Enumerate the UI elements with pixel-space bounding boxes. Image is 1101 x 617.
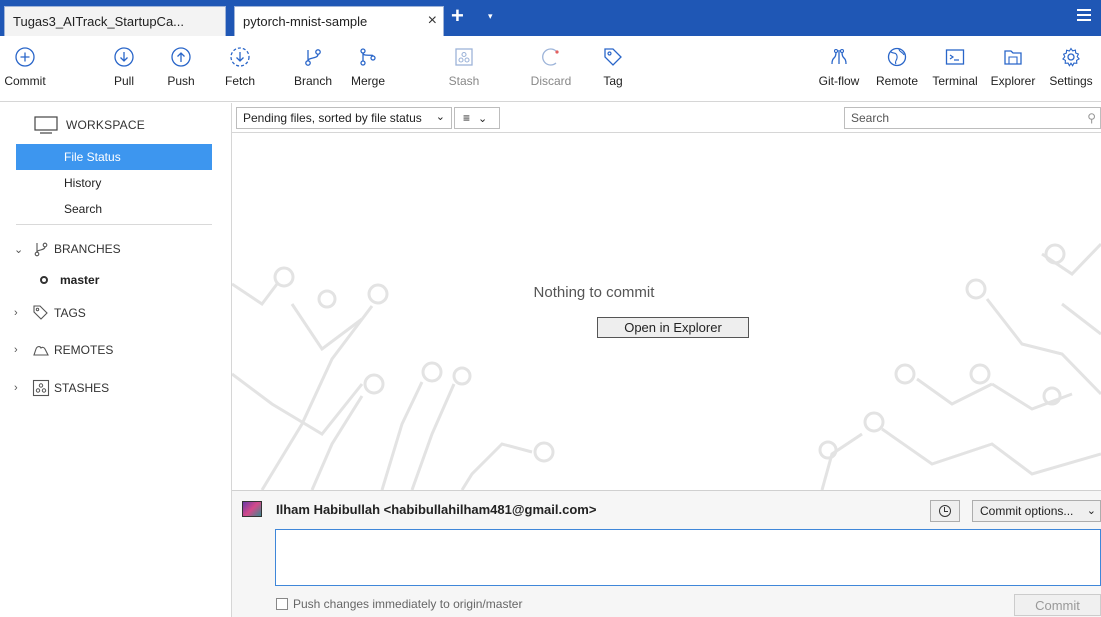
stashes-label: STASHES: [54, 381, 110, 395]
pending-files-panel: Nothing to commit Open in Explorer: [232, 134, 1101, 490]
tab-dropdown-icon[interactable]: ▾: [488, 11, 493, 22]
sidebar-divider: [16, 224, 212, 225]
gear-icon: [1060, 46, 1082, 68]
background-decoration: [232, 242, 1101, 490]
terminal-icon: [944, 46, 966, 68]
chevron-down-icon: ⌄: [14, 243, 24, 256]
chevron-down-icon: ⌄: [435, 111, 445, 123]
toolbar: Commit Pull Push Fetch Branch Merge Stas…: [0, 36, 1101, 102]
gitflow-icon: [828, 46, 850, 68]
commit-panel: Ilham Habibullah <habibullahilham481@gma…: [232, 490, 1101, 617]
cloud-icon: [32, 341, 50, 359]
tab-bar: Tugas3_AITrack_StartupCa... pytorch-mnis…: [0, 0, 1101, 36]
terminal-button[interactable]: Terminal: [925, 40, 985, 88]
explorer-button[interactable]: Explorer: [983, 40, 1043, 88]
folder-icon: [1002, 46, 1024, 68]
branch-item-master[interactable]: master: [40, 273, 99, 287]
avatar: [242, 501, 262, 517]
commit-history-button[interactable]: [930, 500, 960, 522]
push-button[interactable]: Push: [151, 40, 211, 88]
tab-label: Tugas3_AITrack_StartupCa...: [13, 14, 185, 29]
commit-options-dropdown[interactable]: Commit options... ⌄: [972, 500, 1101, 522]
pull-button[interactable]: Pull: [94, 40, 154, 88]
chevron-right-icon: ›: [14, 344, 18, 356]
gitflow-button[interactable]: Git-flow: [809, 40, 869, 88]
tab-repo-tugas3[interactable]: Tugas3_AITrack_StartupCa...: [4, 6, 226, 36]
sidebar-section-branches[interactable]: ⌄ BRANCHES: [14, 238, 121, 260]
sidebar-item-search[interactable]: Search: [16, 196, 212, 222]
view-mode-dropdown[interactable]: ≡ ⌄: [454, 107, 500, 129]
branch-icon: [32, 240, 50, 258]
current-branch-icon: [40, 276, 48, 284]
monitor-icon: [34, 116, 58, 134]
workspace-header: WORKSPACE: [34, 113, 145, 137]
sort-mode-dropdown[interactable]: Pending files, sorted by file status ⌄: [236, 107, 452, 129]
tab-label: pytorch-mnist-sample: [243, 14, 368, 29]
hamburger-icon[interactable]: [1077, 9, 1091, 21]
stash-icon: [453, 46, 475, 68]
close-icon[interactable]: ×: [428, 12, 437, 30]
file-filter-bar: Pending files, sorted by file status ⌄ ≡…: [232, 103, 1101, 133]
stash-button[interactable]: Stash: [434, 40, 494, 88]
remotes-label: REMOTES: [54, 343, 114, 357]
remote-button[interactable]: Remote: [867, 40, 927, 88]
empty-state-message: Nothing to commit: [533, 284, 655, 301]
sidebar-section-stashes[interactable]: › STASHES: [14, 377, 109, 399]
fetch-icon: [229, 46, 251, 68]
chevron-down-icon: ⌄: [1086, 505, 1096, 517]
commit-submit-button[interactable]: Commit: [1014, 594, 1101, 616]
sidebar-section-remotes[interactable]: › REMOTES: [14, 339, 113, 361]
tab-repo-pytorch-mnist[interactable]: pytorch-mnist-sample ×: [234, 6, 444, 36]
tag-icon: [32, 304, 50, 322]
sidebar-item-history[interactable]: History: [16, 170, 212, 196]
commit-message-input[interactable]: [275, 529, 1101, 586]
tag-button[interactable]: Tag: [583, 40, 643, 88]
open-in-explorer-button[interactable]: Open in Explorer: [597, 317, 749, 338]
merge-icon: [357, 46, 379, 68]
add-tab-icon[interactable]: +: [451, 3, 464, 29]
chevron-right-icon: ›: [14, 307, 18, 319]
push-icon: [170, 46, 192, 68]
pull-icon: [113, 46, 135, 68]
merge-button[interactable]: Merge: [338, 40, 398, 88]
search-input[interactable]: Search ⚲: [844, 107, 1101, 129]
sidebar-item-file-status[interactable]: File Status: [16, 144, 212, 170]
push-immediately-checkbox[interactable]: Push changes immediately to origin/maste…: [276, 597, 522, 611]
branch-icon: [302, 46, 324, 68]
tag-icon: [602, 46, 624, 68]
discard-icon: [540, 46, 562, 68]
settings-button[interactable]: Settings: [1041, 40, 1101, 88]
list-icon: ≡: [463, 111, 471, 125]
stash-icon: [32, 379, 50, 397]
sidebar: WORKSPACE File Status History Search ⌄ B…: [0, 103, 232, 617]
commit-icon: [14, 46, 36, 68]
checkbox-icon: [276, 598, 288, 610]
discard-button[interactable]: Discard: [521, 40, 581, 88]
chevron-down-icon: ⌄: [478, 112, 488, 125]
tags-label: TAGS: [54, 306, 86, 320]
commit-button[interactable]: Commit: [0, 40, 55, 88]
fetch-button[interactable]: Fetch: [210, 40, 270, 88]
workspace-label: WORKSPACE: [66, 118, 145, 132]
globe-icon: [886, 46, 908, 68]
branches-label: BRANCHES: [54, 242, 121, 256]
chevron-right-icon: ›: [14, 382, 18, 394]
commit-author: Ilham Habibullah <habibullahilham481@gma…: [276, 502, 597, 517]
branch-button[interactable]: Branch: [283, 40, 343, 88]
search-icon: ⚲: [1087, 111, 1096, 125]
sidebar-section-tags[interactable]: › TAGS: [14, 302, 86, 324]
clock-icon: [939, 505, 951, 517]
